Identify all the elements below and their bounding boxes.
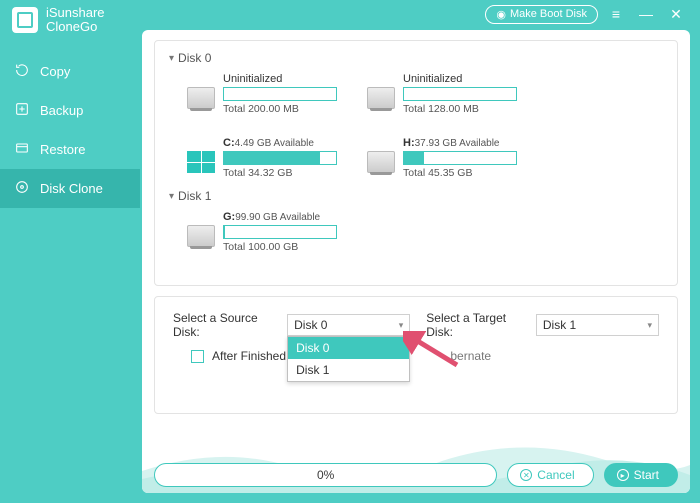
sidebar-item-label: Disk Clone	[40, 181, 103, 196]
menu-button[interactable]: ≡	[604, 4, 628, 24]
cancel-button[interactable]: ✕ Cancel	[507, 463, 593, 487]
disk-header-1[interactable]: ▾ Disk 1	[169, 185, 663, 207]
dropdown-option-disk1[interactable]: Disk 1	[288, 359, 409, 381]
minimize-icon: —	[639, 6, 653, 22]
start-icon: ▸	[617, 469, 629, 481]
hibernate-label-fragment: bernate	[450, 349, 491, 363]
after-finished-label: After Finished:	[212, 349, 289, 363]
sidebar-item-label: Copy	[40, 64, 70, 79]
volume-label: G:99.90 GB Available	[223, 211, 337, 223]
make-boot-label: Make Boot Disk	[510, 8, 587, 20]
volume-total: Total 100.00 GB	[223, 241, 337, 253]
disc-icon: ◉	[496, 8, 506, 21]
volume-total: Total 45.35 GB	[403, 167, 517, 179]
volume-h[interactable]: H:37.93 GB Available Total 45.35 GB	[367, 137, 517, 179]
disk-icon	[187, 225, 215, 247]
restore-icon	[14, 140, 30, 159]
volume-label: H:37.93 GB Available	[403, 137, 517, 149]
chevron-down-icon: ▾	[399, 320, 404, 331]
volume-g[interactable]: G:99.90 GB Available Total 100.00 GB	[187, 211, 337, 253]
sidebar-item-label: Backup	[40, 103, 83, 118]
brand-line1: iSunshare	[46, 6, 105, 20]
dropdown-option-disk0[interactable]: Disk 0	[288, 337, 409, 359]
close-icon: ✕	[670, 6, 682, 23]
chevron-down-icon: ▾	[169, 53, 174, 64]
logo-icon	[12, 7, 38, 33]
usage-bar	[223, 151, 337, 165]
main-content: ▾ Disk 0 Uninitialized Total 200.00 MB U…	[142, 30, 690, 493]
brand-line2: CloneGo	[46, 20, 105, 34]
volume-total: Total 200.00 MB	[223, 103, 337, 115]
sidebar-item-label: Restore	[40, 142, 86, 157]
sidebar-item-copy[interactable]: Copy	[0, 52, 140, 91]
volume-c[interactable]: C:4.49 GB Available Total 34.32 GB	[187, 137, 337, 179]
usage-bar	[403, 151, 517, 165]
source-disk-select[interactable]: Disk 0 ▾ Disk 0 Disk 1	[287, 314, 410, 336]
volume-label: Uninitialized	[223, 73, 337, 85]
usage-bar	[403, 87, 517, 101]
close-button[interactable]: ✕	[664, 4, 688, 24]
target-disk-label: Select a Target Disk:	[426, 311, 528, 339]
progress-text: 0%	[317, 468, 334, 482]
after-finished-checkbox[interactable]	[191, 350, 204, 363]
disk-icon	[187, 87, 215, 109]
copy-icon	[14, 62, 30, 81]
start-label: Start	[634, 468, 659, 482]
source-disk-dropdown-list: Disk 0 Disk 1	[287, 336, 410, 382]
disk-icon	[367, 87, 395, 109]
target-disk-select[interactable]: Disk 1 ▾	[536, 314, 659, 336]
make-boot-disk-button[interactable]: ◉ Make Boot Disk	[485, 5, 598, 24]
volume-uninit-0[interactable]: Uninitialized Total 200.00 MB	[187, 73, 337, 115]
disk-clone-icon	[14, 179, 30, 198]
disk-list-panel: ▾ Disk 0 Uninitialized Total 200.00 MB U…	[154, 40, 678, 286]
brand: iSunshare CloneGo	[0, 2, 140, 52]
usage-bar	[223, 87, 337, 101]
source-disk-label: Select a Source Disk:	[173, 311, 279, 339]
disk-icon	[367, 151, 395, 173]
volume-uninit-1[interactable]: Uninitialized Total 128.00 MB	[367, 73, 517, 115]
disk-label: Disk 1	[178, 189, 211, 203]
hamburger-icon: ≡	[612, 6, 620, 22]
chevron-down-icon: ▾	[169, 191, 174, 202]
sidebar-item-restore[interactable]: Restore	[0, 130, 140, 169]
volume-label: C:4.49 GB Available	[223, 137, 337, 149]
sidebar-item-disk-clone[interactable]: Disk Clone	[0, 169, 140, 208]
disk-header-0[interactable]: ▾ Disk 0	[169, 47, 663, 69]
windows-icon	[187, 151, 215, 173]
progress-bar: 0%	[154, 463, 497, 487]
start-button[interactable]: ▸ Start	[604, 463, 678, 487]
volume-total: Total 128.00 MB	[403, 103, 517, 115]
backup-icon	[14, 101, 30, 120]
volume-total: Total 34.32 GB	[223, 167, 337, 179]
cancel-icon: ✕	[520, 469, 532, 481]
select-value: Disk 0	[294, 318, 327, 332]
volume-label: Uninitialized	[403, 73, 517, 85]
brand-text: iSunshare CloneGo	[46, 6, 105, 34]
usage-bar	[223, 225, 337, 239]
disk-label: Disk 0	[178, 51, 211, 65]
sidebar: iSunshare CloneGo Copy Backup Restore Di…	[0, 28, 140, 503]
chevron-down-icon: ▾	[647, 320, 652, 331]
sidebar-item-backup[interactable]: Backup	[0, 91, 140, 130]
select-value: Disk 1	[543, 318, 576, 332]
minimize-button[interactable]: —	[634, 4, 658, 24]
controls-panel: Select a Source Disk: Disk 0 ▾ Disk 0 Di…	[154, 296, 678, 414]
cancel-label: Cancel	[537, 468, 574, 482]
